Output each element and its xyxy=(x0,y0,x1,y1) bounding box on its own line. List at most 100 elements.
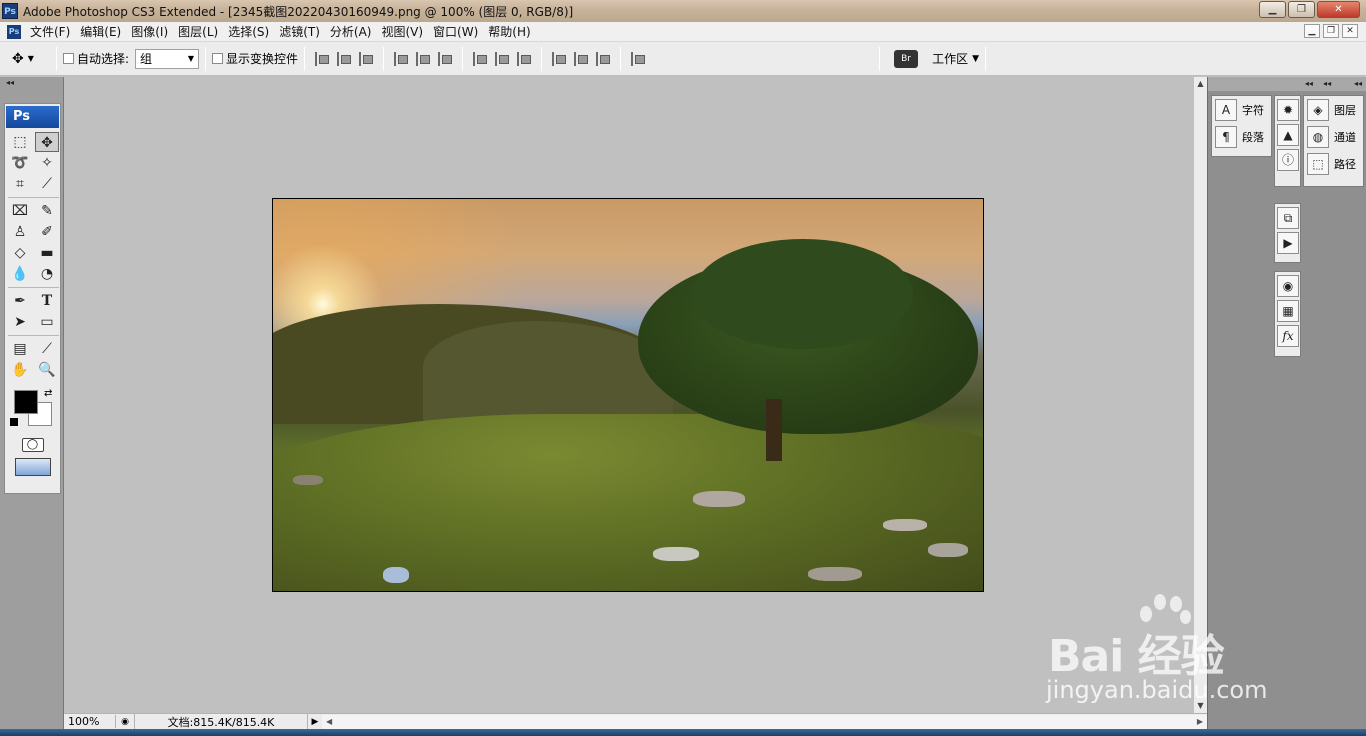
marquee-tool-icon[interactable]: ⬚ xyxy=(8,132,32,152)
menu-filter[interactable]: 滤镜(T) xyxy=(274,23,325,40)
align-right-icon[interactable] xyxy=(438,51,453,66)
move-tool-icon[interactable]: ✥ xyxy=(35,132,59,152)
status-preview-icon[interactable]: ◉ xyxy=(118,717,132,727)
menu-select[interactable]: 选择(S) xyxy=(223,23,274,40)
align-bottom-icon[interactable] xyxy=(359,51,374,66)
gradient-tool-icon[interactable]: ▬ xyxy=(35,243,59,263)
minimize-button[interactable]: ▁ xyxy=(1259,1,1286,18)
align-top-icon[interactable] xyxy=(315,51,330,66)
baidu-watermark: Bai 经验 jingyan.baidu.com xyxy=(1040,590,1300,710)
actions-icon[interactable]: ▶ xyxy=(1277,232,1299,254)
status-bar: 100% ◉ 文档:815.4K/815.4K ▶ ◀ ▶ xyxy=(64,713,1207,730)
navigator-icon[interactable]: ✹ xyxy=(1277,99,1299,121)
options-bar: ✥ ▼ 自动选择: 组 ▼ 显示变换控件 Br 工作区 ▼ xyxy=(0,42,1366,76)
default-colors-icon[interactable] xyxy=(10,418,18,426)
collapse-arrows-icon[interactable]: ◂◂ ◂◂ ◂◂ xyxy=(1208,77,1366,91)
distribute-hcenter-icon[interactable] xyxy=(574,51,589,66)
swatches-icon[interactable]: ▦ xyxy=(1277,300,1299,322)
collapse-arrows-icon[interactable]: ◂◂ xyxy=(0,77,63,89)
chevron-down-icon: ▼ xyxy=(187,54,195,63)
watermark-url: jingyan.baidu.com xyxy=(1046,676,1268,704)
magic-wand-tool-icon[interactable]: ✧ xyxy=(35,153,59,173)
foreground-color[interactable] xyxy=(14,390,38,414)
document-icon[interactable]: Ps xyxy=(7,24,21,39)
panel-channels[interactable]: ◍ 通道 xyxy=(1304,123,1363,150)
histogram-icon[interactable]: ▲ xyxy=(1277,124,1299,146)
healing-brush-tool-icon[interactable]: ⌧ xyxy=(8,201,32,221)
scroll-left-icon[interactable]: ◀ xyxy=(326,717,332,726)
distribute-right-icon[interactable] xyxy=(596,51,611,66)
distribute-left-icon[interactable] xyxy=(552,51,567,66)
doc-restore-button[interactable]: ❐ xyxy=(1323,24,1339,38)
crop-tool-icon[interactable]: ⌗ xyxy=(8,174,32,194)
brush-tool-icon[interactable]: ✎ xyxy=(35,201,59,221)
panel-paragraph[interactable]: ¶ 段落 xyxy=(1212,123,1271,150)
eraser-tool-icon[interactable]: ◇ xyxy=(8,243,32,263)
menu-file[interactable]: 文件(F) xyxy=(25,23,75,40)
notes-tool-icon[interactable]: ▤ xyxy=(8,339,32,359)
lasso-tool-icon[interactable]: ➰ xyxy=(8,153,32,173)
ps-logo[interactable]: Ps xyxy=(6,106,59,128)
panel-character[interactable]: A 字符 xyxy=(1212,96,1271,123)
menu-edit[interactable]: 编辑(E) xyxy=(75,23,126,40)
move-tool-preset-icon[interactable]: ✥ ▼ xyxy=(12,47,50,71)
scroll-right-icon[interactable]: ▶ xyxy=(1197,717,1203,726)
chevron-down-icon: ▼ xyxy=(972,53,979,64)
doc-close-button[interactable]: ✕ xyxy=(1342,24,1358,38)
menu-help[interactable]: 帮助(H) xyxy=(483,23,535,40)
distribute-vcenter-icon[interactable] xyxy=(495,51,510,66)
document-window-controls: ▁ ❐ ✕ xyxy=(1304,24,1358,38)
zoom-tool-icon[interactable]: 🔍 xyxy=(35,360,59,380)
styles-icon[interactable]: fx xyxy=(1277,325,1299,347)
slice-tool-icon[interactable]: ⟋ xyxy=(35,174,59,194)
clone-stamp-tool-icon[interactable]: ♙ xyxy=(8,222,32,242)
horizontal-scrollbar[interactable]: ◀ ▶ xyxy=(322,714,1207,729)
window-title: Adobe Photoshop CS3 Extended - [2345截图20… xyxy=(23,4,574,19)
doc-minimize-button[interactable]: ▁ xyxy=(1304,24,1320,38)
status-menu-arrow-icon[interactable]: ▶ xyxy=(308,717,322,727)
swap-colors-icon[interactable]: ⇄ xyxy=(44,388,52,399)
distribute-top-icon[interactable] xyxy=(473,51,488,66)
dodge-tool-icon[interactable]: ◔ xyxy=(35,264,59,284)
scroll-up-icon[interactable]: ▲ xyxy=(1194,77,1207,91)
bridge-icon[interactable]: Br xyxy=(894,49,919,68)
align-vcenter-icon[interactable] xyxy=(337,51,352,66)
hand-tool-icon[interactable]: ✋ xyxy=(8,360,32,380)
auto-select-checkbox[interactable] xyxy=(63,53,74,64)
auto-align-layers-icon[interactable] xyxy=(631,51,646,66)
info-icon[interactable]: ⓘ xyxy=(1277,149,1299,171)
document-info: 文档:815.4K/815.4K xyxy=(134,713,308,730)
meadow xyxy=(273,414,983,591)
menu-view[interactable]: 视图(V) xyxy=(376,23,428,40)
blur-tool-icon[interactable]: 💧 xyxy=(8,264,32,284)
photoshop-app-icon: Ps xyxy=(2,3,18,19)
zoom-level[interactable]: 100% xyxy=(64,715,116,728)
screen-mode-icon[interactable] xyxy=(14,458,51,476)
panel-paths[interactable]: ⬚ 路径 xyxy=(1304,150,1363,177)
show-transform-checkbox[interactable] xyxy=(212,53,224,64)
menu-window[interactable]: 窗口(W) xyxy=(428,23,483,40)
path-selection-tool-icon[interactable]: ➤ xyxy=(8,312,32,332)
close-button[interactable]: ✕ xyxy=(1317,1,1360,18)
rock xyxy=(693,491,745,507)
quick-mask-icon[interactable]: ◯ xyxy=(21,438,44,452)
align-hcenter-icon[interactable] xyxy=(416,51,431,66)
auto-select-dropdown[interactable]: 组 ▼ xyxy=(135,48,200,69)
menu-analysis[interactable]: 分析(A) xyxy=(325,23,377,40)
menu-image[interactable]: 图像(I) xyxy=(126,23,173,40)
pen-tool-icon[interactable]: ✒ xyxy=(8,291,32,311)
history-brush-tool-icon[interactable]: ✐ xyxy=(35,222,59,242)
history-icon[interactable]: ⧉ xyxy=(1277,207,1299,229)
align-left-icon[interactable] xyxy=(394,51,409,66)
color-icon[interactable]: ◉ xyxy=(1277,275,1299,297)
shape-tool-icon[interactable]: ▭ xyxy=(35,312,59,332)
workspace-menu[interactable]: 工作区 ▼ xyxy=(932,50,979,67)
type-tool-icon[interactable]: T xyxy=(35,291,59,311)
eyedropper-tool-icon[interactable]: ⟋ xyxy=(35,339,59,359)
panel-layers[interactable]: ◈ 图层 xyxy=(1304,96,1363,123)
distribute-bottom-icon[interactable] xyxy=(517,51,532,66)
document-canvas[interactable] xyxy=(272,198,984,592)
maximize-button[interactable]: ❐ xyxy=(1288,1,1315,18)
panel-group-history: ⧉ ▶ xyxy=(1274,203,1301,263)
menu-layer[interactable]: 图层(L) xyxy=(173,23,223,40)
